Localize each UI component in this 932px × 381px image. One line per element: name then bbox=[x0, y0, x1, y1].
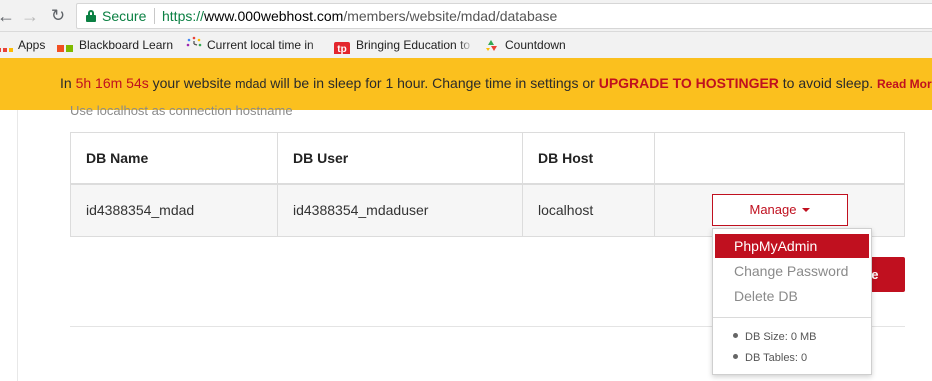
db-tables-info: DB Tables: 0 bbox=[733, 352, 807, 364]
banner-text-part: In bbox=[60, 75, 76, 91]
manage-button[interactable]: Manage bbox=[712, 194, 848, 226]
upgrade-link[interactable]: UPGRADE TO HOSTINGER bbox=[599, 75, 779, 91]
bookmark-education[interactable]: tp Bringing Education to bbox=[334, 36, 473, 54]
bookmarks-bar: Apps Blackboard Learn Current local time… bbox=[0, 32, 932, 58]
cell-db-user: id4388354_mdaduser bbox=[278, 185, 523, 236]
header-db-name: DB Name bbox=[71, 133, 278, 183]
url-text[interactable]: https://www.000webhost.com/members/websi… bbox=[162, 4, 557, 28]
bookmark-label: Bringing Education to bbox=[356, 38, 471, 52]
bookmark-label: Current local time in bbox=[207, 38, 314, 52]
countdown-timer: 5h 16m 54s bbox=[75, 75, 149, 91]
bullet-icon bbox=[733, 354, 738, 359]
url-path: /members/website/mdad/database bbox=[343, 8, 558, 24]
table-header: DB Name DB User DB Host bbox=[71, 133, 904, 185]
countdown-icon bbox=[484, 36, 500, 52]
menu-item-phpmyadmin[interactable]: PhpMyAdmin bbox=[715, 234, 869, 258]
menu-item-change-password[interactable]: Change Password bbox=[715, 259, 869, 283]
header-actions bbox=[655, 133, 905, 183]
header-db-user: DB User bbox=[278, 133, 523, 183]
bookmark-label: Blackboard Learn bbox=[79, 38, 174, 52]
tp-icon: tp bbox=[334, 42, 350, 54]
manage-label: Manage bbox=[749, 202, 797, 217]
bookmark-apps[interactable]: Apps bbox=[0, 36, 49, 54]
manage-dropdown-menu: PhpMyAdmin Change Password Delete DB DB … bbox=[712, 228, 872, 375]
clock-icon bbox=[186, 36, 202, 52]
menu-separator bbox=[713, 317, 871, 318]
address-bar[interactable]: Secure https://www.000webhost.com/member… bbox=[76, 3, 932, 29]
back-arrow-icon[interactable]: ← bbox=[0, 6, 16, 26]
banner-text-part: will be in sleep for 1 hour. Change time… bbox=[266, 75, 599, 91]
bookmark-countdown[interactable]: Countdown bbox=[484, 36, 584, 54]
bookmark-label: Apps bbox=[18, 38, 46, 52]
secure-label: Secure bbox=[102, 8, 147, 24]
forward-arrow-icon[interactable]: → bbox=[20, 6, 40, 26]
url-protocol: https:// bbox=[162, 8, 205, 24]
website-name: mdad bbox=[235, 77, 267, 91]
reload-icon[interactable]: ↻ bbox=[48, 6, 68, 26]
apps-grid-icon bbox=[0, 47, 13, 54]
bookmark-local-time[interactable]: Current local time in bbox=[186, 36, 324, 54]
db-size-info: DB Size: 0 MB bbox=[733, 331, 817, 343]
connection-hint: Use localhost as connection hostname bbox=[70, 103, 293, 118]
menu-item-delete-db[interactable]: Delete DB bbox=[715, 284, 869, 308]
read-more-link[interactable]: Read More bbox=[877, 77, 932, 91]
cell-db-host: localhost bbox=[523, 185, 655, 236]
content-panel-border bbox=[17, 110, 18, 381]
lock-icon bbox=[86, 10, 96, 22]
bookmark-blackboard[interactable]: Blackboard Learn bbox=[57, 36, 177, 54]
bullet-icon bbox=[733, 333, 738, 338]
db-size-text: DB Size: 0 MB bbox=[745, 331, 817, 343]
cell-db-name: id4388354_mdad bbox=[71, 185, 278, 236]
caret-down-icon bbox=[802, 208, 811, 212]
url-host: www.000webhost.com bbox=[204, 8, 344, 24]
banner-text-part: to avoid sleep. bbox=[778, 75, 877, 91]
browser-toolbar: ← → ↻ Secure https://www.000webhost.com/… bbox=[0, 0, 932, 32]
db-tables-text: DB Tables: 0 bbox=[745, 352, 808, 364]
omnibox-separator bbox=[154, 8, 155, 24]
bookmark-label: Countdown bbox=[505, 38, 566, 52]
header-db-host: DB Host bbox=[523, 133, 655, 183]
banner-message: In 5h 16m 54s your website mdad will be … bbox=[60, 75, 932, 91]
blackboard-icon bbox=[57, 45, 73, 54]
banner-text-part: your website bbox=[148, 75, 236, 91]
